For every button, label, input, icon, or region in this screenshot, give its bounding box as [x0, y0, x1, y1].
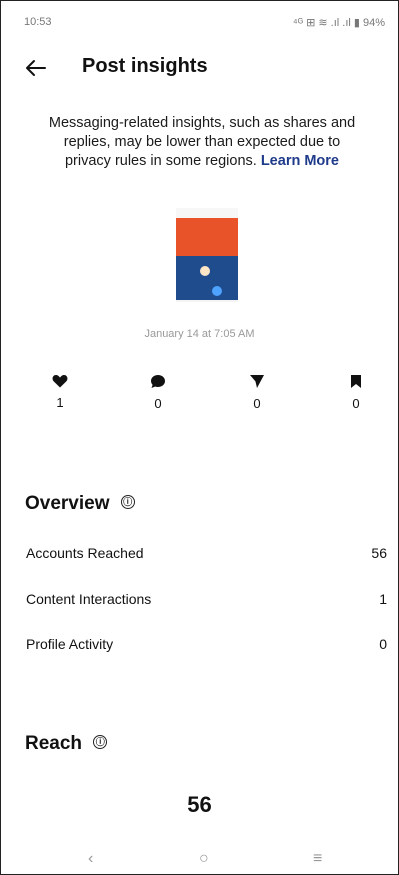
bookmark-icon [351, 375, 361, 388]
stat-likes: 1 [40, 374, 80, 410]
row-value: 56 [371, 545, 387, 561]
thumb-header-strip [176, 208, 238, 218]
row-value: 0 [379, 636, 387, 652]
thumb-avatar [200, 266, 210, 276]
reach-title: Reach [25, 733, 83, 754]
thumb-badge [212, 286, 222, 296]
likes-count: 1 [56, 395, 64, 410]
share-icon [250, 375, 264, 388]
stat-shares: 0 [237, 374, 277, 411]
overview-title: Overview [25, 493, 110, 514]
nav-recents-icon[interactable]: ≡ [313, 850, 322, 868]
reach-total: 56 [187, 792, 212, 817]
overview-heading: Overview ⓘ [25, 493, 135, 515]
comment-icon [151, 375, 165, 388]
stat-comments: 0 [138, 374, 178, 411]
saves-count: 0 [352, 396, 360, 411]
page-title: Post insights [82, 55, 208, 77]
row-label: Content Interactions [26, 591, 152, 607]
post-thumbnail[interactable] [176, 208, 238, 302]
back-button[interactable] [24, 56, 52, 80]
status-time: 10:53 [24, 16, 52, 28]
reach-heading: Reach ⓘ [25, 733, 108, 755]
thumb-top-panel [176, 218, 238, 256]
privacy-notice: Messaging-related insights, such as shar… [44, 114, 360, 171]
shares-count: 0 [253, 396, 261, 411]
row-value: 1 [379, 591, 387, 607]
status-bar: 10:53 ⁴ᴳ ⊞ ≋ .ıl .ıl ▮ 94% [24, 14, 385, 32]
row-label: Profile Activity [26, 636, 114, 652]
heart-icon [52, 375, 68, 388]
comments-count: 0 [154, 396, 162, 411]
info-icon[interactable]: ⓘ [120, 494, 135, 509]
thumb-bottom-panel [176, 256, 238, 300]
system-nav-bar: ‹ ○ ≡ [0, 850, 399, 872]
status-indicators: ⁴ᴳ ⊞ ≋ .ıl .ıl ▮ 94% [292, 17, 385, 29]
stat-saves: 0 [336, 374, 376, 411]
nav-back-icon[interactable]: ‹ [88, 850, 93, 868]
row-label: Accounts Reached [26, 545, 144, 561]
post-date: January 14 at 7:05 AM [144, 328, 255, 340]
nav-home-icon[interactable]: ○ [199, 850, 209, 868]
learn-more-link[interactable]: Learn More [261, 153, 339, 169]
arrow-left-icon [26, 60, 46, 76]
info-icon[interactable]: ⓘ [93, 734, 108, 749]
